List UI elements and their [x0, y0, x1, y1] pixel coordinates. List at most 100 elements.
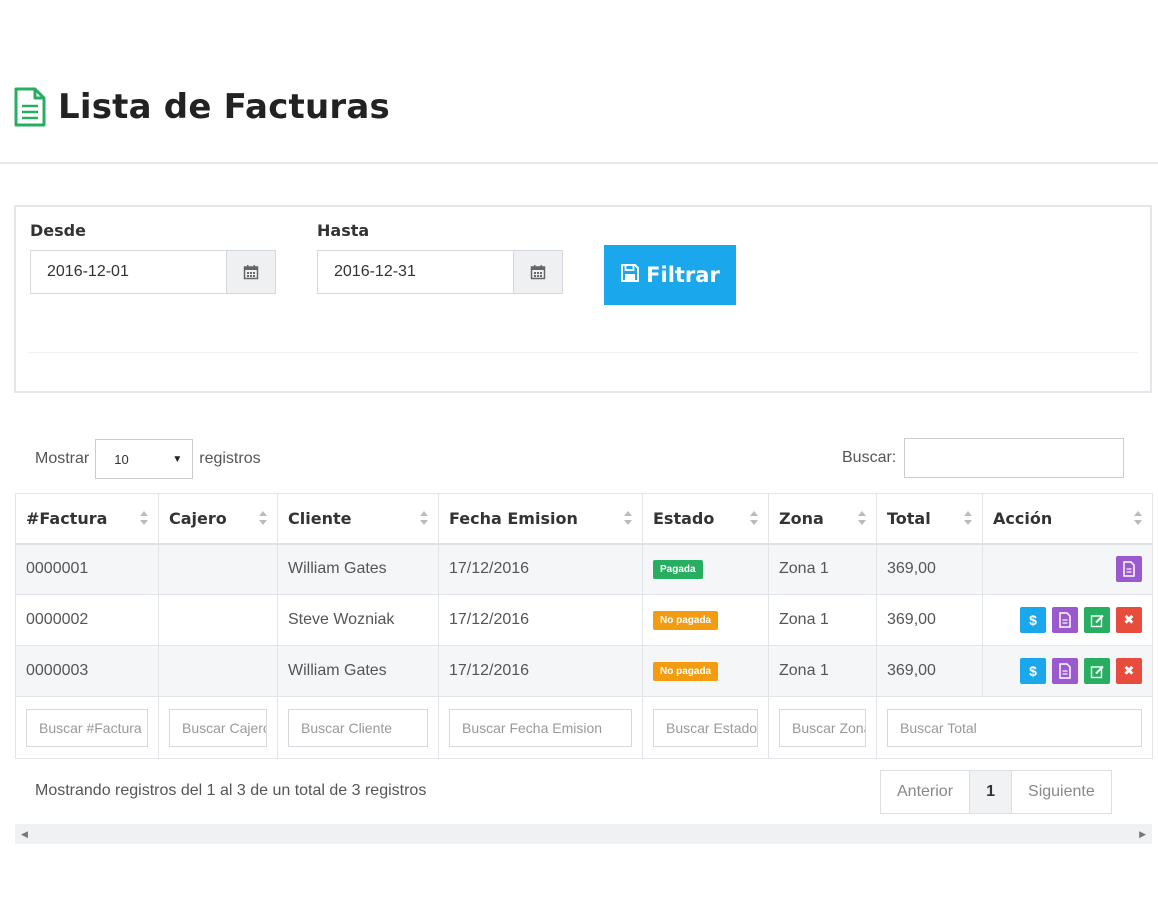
- page-length-value: 10: [114, 451, 129, 467]
- from-date-label: Desde: [30, 221, 86, 240]
- sort-icon: [140, 511, 148, 525]
- sort-icon: [624, 511, 632, 525]
- scroll-left-icon[interactable]: ◀: [21, 829, 28, 840]
- date-cell: 17/12/2016: [438, 543, 643, 595]
- status-filter-input[interactable]: Buscar Estado: [653, 708, 758, 747]
- table-row: 0000002 Steve Wozniak 17/12/2016 No paga…: [15, 594, 1153, 646]
- delete-invoice-button[interactable]: ✖: [1116, 607, 1142, 633]
- filter-button[interactable]: Filtrar: [604, 245, 736, 305]
- total-filter-input[interactable]: Buscar Total: [887, 708, 1142, 747]
- edit-invoice-button[interactable]: [1084, 658, 1110, 684]
- column-header-client[interactable]: Cliente: [277, 493, 439, 545]
- page-header: Lista de Facturas: [0, 0, 1158, 164]
- status-badge: Pagada: [653, 560, 703, 580]
- total-cell: 369,00: [876, 543, 983, 595]
- pay-invoice-button[interactable]: $: [1020, 607, 1046, 633]
- client-filter-input[interactable]: Buscar Cliente: [288, 708, 428, 747]
- invoice-number: 0000001: [15, 543, 159, 595]
- edit-icon: [1090, 665, 1104, 678]
- page-1-button[interactable]: 1: [970, 771, 1013, 813]
- column-header-total[interactable]: Total: [876, 493, 983, 545]
- sort-icon: [964, 511, 972, 525]
- action-cell: $ ✖: [982, 594, 1153, 646]
- to-date-input[interactable]: [317, 250, 513, 294]
- zone-cell: Zona 1: [768, 594, 877, 646]
- total-cell: 369,00: [876, 645, 983, 697]
- column-filter-row: Buscar #Factura Buscar Cajero Buscar Cli…: [15, 696, 1153, 759]
- sort-icon: [420, 511, 428, 525]
- from-date-input[interactable]: [30, 250, 226, 294]
- table-row: 0000003 William Gates 17/12/2016 No paga…: [15, 645, 1153, 697]
- invoice-table: #Factura Cajero Cliente Fecha Emision Es…: [15, 493, 1153, 759]
- table-info-text: Mostrando registros del 1 al 3 de un tot…: [35, 782, 427, 799]
- cashier-cell: [158, 543, 278, 595]
- zone-cell: Zona 1: [768, 645, 877, 697]
- horizontal-scrollbar[interactable]: ◀ ▶: [15, 824, 1152, 844]
- calendar-icon[interactable]: [226, 250, 276, 294]
- status-cell: Pagada: [642, 543, 769, 595]
- from-date-group: Desde: [30, 221, 276, 294]
- column-header-invoice[interactable]: #Factura: [15, 493, 159, 545]
- zone-filter-input[interactable]: Buscar Zona: [779, 708, 866, 747]
- date-filter-input[interactable]: Buscar Fecha Emision: [449, 708, 632, 747]
- next-page-button[interactable]: Siguiente: [1012, 771, 1111, 813]
- view-invoice-button[interactable]: [1116, 556, 1142, 583]
- close-icon: ✖: [1123, 612, 1135, 627]
- pay-invoice-button[interactable]: $: [1020, 658, 1046, 684]
- previous-page-button[interactable]: Anterior: [881, 771, 971, 813]
- records-label: registros: [199, 450, 261, 467]
- file-icon: [1059, 663, 1071, 679]
- scroll-right-icon[interactable]: ▶: [1139, 829, 1146, 840]
- save-icon: [620, 263, 640, 288]
- calendar-icon[interactable]: [513, 250, 563, 294]
- column-header-action[interactable]: Acción: [982, 493, 1153, 545]
- pagination: Anterior 1 Siguiente: [880, 770, 1112, 814]
- invoice-number: 0000003: [15, 645, 159, 697]
- page-title: Lista de Facturas: [58, 87, 390, 127]
- page-length-select[interactable]: 10 ▼: [95, 439, 194, 479]
- column-header-date[interactable]: Fecha Emision: [438, 493, 643, 545]
- column-header-status[interactable]: Estado: [642, 493, 769, 545]
- table-search-control: Buscar:: [842, 438, 1125, 478]
- page-title-wrap: Lista de Facturas: [12, 86, 390, 128]
- show-label: Mostrar: [35, 450, 90, 467]
- column-header-cashier[interactable]: Cajero: [158, 493, 278, 545]
- edit-invoice-button[interactable]: [1084, 607, 1110, 633]
- edit-icon: [1090, 614, 1104, 627]
- total-cell: 369,00: [876, 594, 983, 646]
- table-row: 0000001 William Gates 17/12/2016 Pagada …: [15, 543, 1153, 595]
- view-invoice-button[interactable]: [1052, 658, 1078, 684]
- status-cell: No pagada: [642, 594, 769, 646]
- sort-icon: [259, 511, 267, 525]
- zone-cell: Zona 1: [768, 543, 877, 595]
- sort-icon: [750, 511, 758, 525]
- client-cell: William Gates: [277, 543, 439, 595]
- close-icon: ✖: [1123, 663, 1135, 678]
- cashier-cell: [158, 645, 278, 697]
- view-invoice-button[interactable]: [1052, 607, 1078, 633]
- invoice-filter-input[interactable]: Buscar #Factura: [26, 708, 148, 747]
- date-cell: 17/12/2016: [438, 594, 643, 646]
- status-cell: No pagada: [642, 645, 769, 697]
- cashier-filter-input[interactable]: Buscar Cajero: [169, 708, 267, 747]
- to-date-label: Hasta: [317, 221, 370, 240]
- date-filter-panel: Desde Hasta: [14, 205, 1152, 393]
- file-text-icon: [12, 86, 48, 128]
- file-icon: [1059, 612, 1071, 628]
- column-header-zone[interactable]: Zona: [768, 493, 877, 545]
- status-badge: No pagada: [653, 662, 719, 681]
- sort-icon: [858, 511, 866, 525]
- file-icon: [1123, 561, 1135, 577]
- invoice-number: 0000002: [15, 594, 159, 646]
- table-header-row: #Factura Cajero Cliente Fecha Emision Es…: [15, 493, 1153, 545]
- dollar-icon: $: [1029, 612, 1037, 628]
- table-search-input[interactable]: [904, 438, 1125, 478]
- client-cell: Steve Wozniak: [277, 594, 439, 646]
- caret-down-icon: ▼: [172, 453, 183, 465]
- to-date-group: Hasta: [317, 221, 563, 294]
- page-length-control: Mostrar 10 ▼ registros: [35, 439, 261, 479]
- search-label: Buscar:: [842, 449, 897, 466]
- delete-invoice-button[interactable]: ✖: [1116, 658, 1142, 684]
- dollar-icon: $: [1029, 663, 1037, 679]
- status-badge: No pagada: [653, 611, 719, 630]
